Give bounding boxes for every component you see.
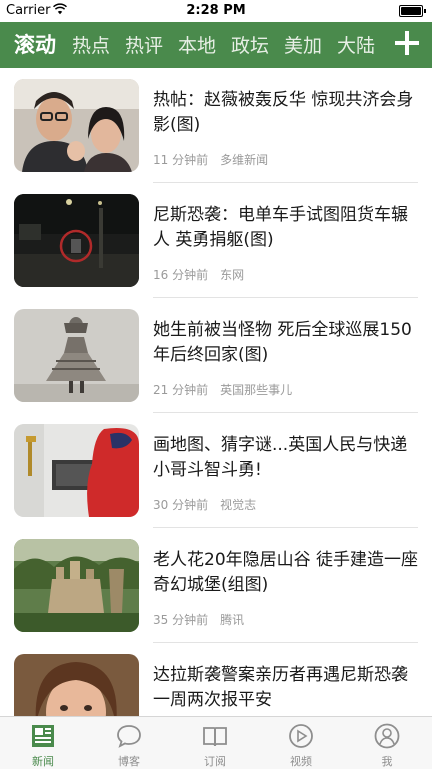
news-time: 16 分钟前 (153, 268, 209, 282)
tab-blog[interactable]: 博客 (86, 717, 172, 769)
category-nav-bar: 滚动 热点 热评 本地 政坛 美加 大陆 (0, 22, 432, 68)
news-title[interactable]: 达拉斯袭警案亲历者再遇尼斯恐袭 一周两次报平安 (153, 663, 421, 713)
news-thumbnail (14, 424, 139, 517)
tab-video[interactable]: 视频 (258, 717, 344, 769)
news-thumbnail (14, 309, 139, 402)
bottom-tab-bar: 新闻 博客 订阅 视频 我 (0, 716, 432, 769)
news-title[interactable]: 尼斯恐袭：电单车手试图阻货车辗人 英勇捐躯(图) (153, 203, 421, 253)
tab-politics[interactable]: 政坛 (231, 31, 269, 58)
list-item[interactable]: 她生前被当怪物 死后全球巡展150年后终回家(图) 21 分钟前 英国那些事儿 (0, 298, 432, 413)
news-thumbnail (14, 79, 139, 172)
list-item[interactable]: 老人花20年隐居山谷 徒手建造一座奇幻城堡(组图) 35 分钟前 腾讯 (0, 528, 432, 643)
list-item[interactable]: 达拉斯袭警案亲历者再遇尼斯恐袭 一周两次报平安 (0, 643, 432, 716)
speech-bubble-icon (117, 725, 141, 748)
newspaper-icon (32, 725, 54, 747)
news-meta: 35 分钟前 腾讯 (153, 611, 244, 628)
news-thumbnail (14, 654, 139, 716)
status-time: 2:28 PM (186, 3, 246, 18)
book-icon (203, 727, 227, 747)
news-thumbnail (14, 539, 139, 632)
news-title[interactable]: 她生前被当怪物 死后全球巡展150年后终回家(图) (153, 318, 421, 368)
play-icon (289, 724, 313, 748)
news-meta: 30 分钟前 视觉志 (153, 496, 256, 513)
news-time: 11 分钟前 (153, 153, 209, 167)
news-source: 视觉志 (220, 498, 257, 512)
tab-hot[interactable]: 热点 (72, 31, 110, 58)
news-source: 多维新闻 (220, 153, 269, 167)
news-title[interactable]: 画地图、猜字谜...英国人民与快递小哥斗智斗勇! (153, 433, 421, 483)
tab-hot-comments[interactable]: 热评 (125, 31, 163, 58)
tab-me[interactable]: 我 (344, 717, 430, 769)
news-source: 腾讯 (220, 613, 245, 627)
battery-icon (399, 5, 426, 17)
news-time: 21 分钟前 (153, 383, 209, 397)
list-item[interactable]: 画地图、猜字谜...英国人民与快递小哥斗智斗勇! 30 分钟前 视觉志 (0, 413, 432, 528)
plus-icon[interactable] (394, 30, 420, 56)
tab-label: 我 (381, 755, 393, 768)
tab-us-canada[interactable]: 美加 (284, 31, 322, 58)
tab-label: 新闻 (32, 755, 54, 768)
news-title[interactable]: 老人花20年隐居山谷 徒手建造一座奇幻城堡(组图) (153, 548, 421, 598)
tab-news[interactable]: 新闻 (0, 717, 86, 769)
news-meta: 21 分钟前 英国那些事儿 (153, 381, 292, 398)
tab-local[interactable]: 本地 (178, 31, 216, 58)
tab-mainland[interactable]: 大陆 (337, 31, 375, 58)
news-feed[interactable]: 热帖：赵薇被轰反华 惊现共济会身影(图) 11 分钟前 多维新闻 尼斯恐袭：电单车… (0, 68, 432, 716)
user-icon (374, 723, 400, 749)
news-source: 东网 (220, 268, 245, 282)
news-thumbnail (14, 194, 139, 287)
tab-label: 博客 (118, 755, 140, 768)
tab-label: 视频 (290, 755, 312, 768)
news-source: 英国那些事儿 (220, 383, 293, 397)
news-meta: 11 分钟前 多维新闻 (153, 151, 268, 168)
news-time: 30 分钟前 (153, 498, 209, 512)
news-time: 35 分钟前 (153, 613, 209, 627)
tab-scroll[interactable]: 滚动 (14, 29, 56, 59)
list-item[interactable]: 尼斯恐袭：电单车手试图阻货车辗人 英勇捐躯(图) 16 分钟前 东网 (0, 183, 432, 298)
news-meta: 16 分钟前 东网 (153, 266, 244, 283)
news-title[interactable]: 热帖：赵薇被轰反华 惊现共济会身影(图) (153, 88, 421, 138)
tab-label: 订阅 (204, 755, 226, 768)
status-bar: Carrier 2:28 PM (0, 0, 432, 22)
list-item[interactable]: 热帖：赵薇被轰反华 惊现共济会身影(图) 11 分钟前 多维新闻 (0, 68, 432, 183)
tab-subscribe[interactable]: 订阅 (172, 717, 258, 769)
